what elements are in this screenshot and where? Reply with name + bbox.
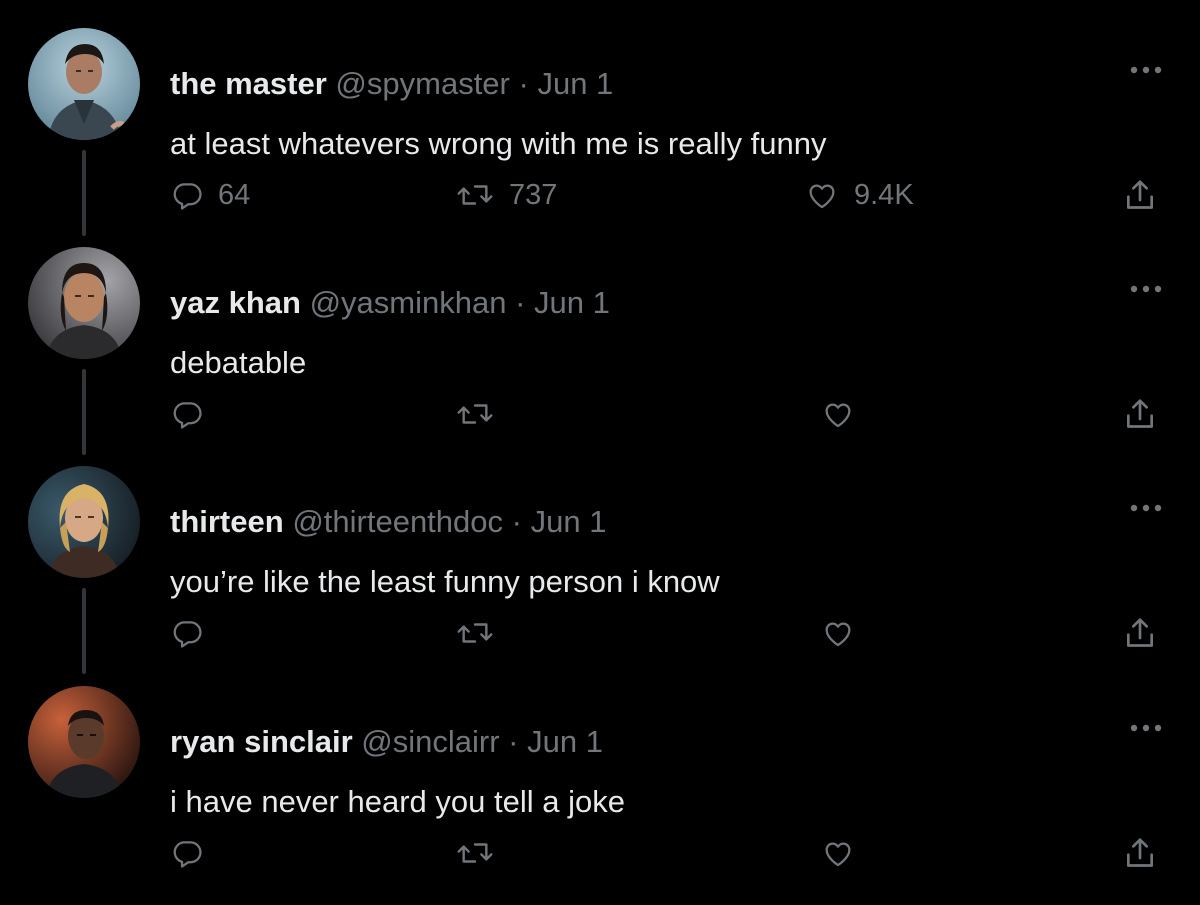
avatar[interactable]: [28, 466, 140, 578]
share-icon: [1120, 175, 1160, 215]
separator-dot: ·: [518, 66, 529, 101]
reply-icon: [170, 616, 204, 650]
retweet-icon: [455, 178, 495, 212]
avatar[interactable]: [28, 686, 140, 798]
reply-icon: [170, 397, 204, 431]
display-name[interactable]: yaz khan: [170, 285, 301, 320]
tweet-header: thirteen @thirteenthdoc · Jun 1: [170, 502, 606, 542]
more-icon[interactable]: [1126, 58, 1166, 82]
reply-button[interactable]: [170, 831, 218, 875]
like-count: 9.4K: [854, 179, 914, 211]
share-icon: [1120, 394, 1160, 434]
like-button[interactable]: [820, 392, 870, 436]
tweet[interactable]: yaz khan @yasminkhan · Jun 1 debatable: [0, 247, 1200, 466]
tweet-actions: 64 737 9.4K: [0, 173, 1200, 217]
display-name[interactable]: the master: [170, 66, 327, 101]
heart-icon: [820, 836, 856, 870]
reply-button[interactable]: [170, 392, 218, 436]
retweet-icon: [455, 397, 495, 431]
share-icon: [1120, 833, 1160, 873]
tweet-actions: [0, 611, 1200, 655]
heart-icon: [820, 616, 856, 650]
more-icon[interactable]: [1126, 277, 1166, 301]
more-icon[interactable]: [1126, 496, 1166, 520]
like-button[interactable]: [820, 611, 870, 655]
share-button[interactable]: [1120, 611, 1160, 655]
heart-icon: [820, 397, 856, 431]
user-handle[interactable]: @spymaster: [335, 66, 509, 101]
user-handle[interactable]: @thirteenthdoc: [292, 504, 503, 539]
display-name[interactable]: thirteen: [170, 504, 284, 539]
separator-dot: ·: [508, 724, 519, 759]
separator-dot: ·: [511, 504, 522, 539]
reply-count: 64: [218, 179, 251, 211]
share-button[interactable]: [1120, 392, 1160, 436]
reply-icon: [170, 178, 204, 212]
tweet[interactable]: ryan sinclair @sinclairr · Jun 1 i have …: [0, 686, 1200, 905]
tweet[interactable]: thirteen @thirteenthdoc · Jun 1 you’re l…: [0, 466, 1200, 685]
retweet-icon: [455, 616, 495, 650]
retweet-button[interactable]: 737: [455, 173, 557, 217]
tweet-header: ryan sinclair @sinclairr · Jun 1: [170, 722, 603, 762]
share-button[interactable]: [1120, 173, 1160, 217]
reply-icon: [170, 836, 204, 870]
more-icon[interactable]: [1126, 716, 1166, 740]
tweet-date[interactable]: Jun 1: [537, 66, 613, 101]
tweet-date[interactable]: Jun 1: [534, 285, 610, 320]
tweet-header: yaz khan @yasminkhan · Jun 1: [170, 283, 610, 323]
retweet-count: 737: [509, 179, 558, 211]
retweet-icon: [455, 836, 495, 870]
retweet-button[interactable]: [455, 392, 509, 436]
tweet-date[interactable]: Jun 1: [531, 504, 607, 539]
tweet-text: you’re like the least funny person i kno…: [170, 564, 720, 599]
share-icon: [1120, 613, 1160, 653]
tweet-text: i have never heard you tell a joke: [170, 784, 625, 819]
heart-icon: [804, 178, 840, 212]
display-name[interactable]: ryan sinclair: [170, 724, 353, 759]
tweet-text: debatable: [170, 345, 307, 380]
retweet-button[interactable]: [455, 831, 509, 875]
like-button[interactable]: [820, 831, 870, 875]
like-button[interactable]: 9.4K: [804, 173, 914, 217]
share-button[interactable]: [1120, 831, 1160, 875]
tweet-header: the master @spymaster · Jun 1: [170, 64, 613, 104]
separator-dot: ·: [515, 285, 526, 320]
user-handle[interactable]: @sinclairr: [361, 724, 499, 759]
tweet-text: at least whatevers wrong with me is real…: [170, 126, 827, 161]
avatar[interactable]: [28, 247, 140, 359]
reply-button[interactable]: [170, 611, 218, 655]
reply-button[interactable]: 64: [170, 173, 250, 217]
tweet-actions: [0, 392, 1200, 436]
retweet-button[interactable]: [455, 611, 509, 655]
tweet-date[interactable]: Jun 1: [527, 724, 603, 759]
tweet-actions: [0, 831, 1200, 875]
user-handle[interactable]: @yasminkhan: [310, 285, 507, 320]
tweet[interactable]: the master @spymaster · Jun 1 at least w…: [0, 28, 1200, 247]
avatar[interactable]: [28, 28, 140, 140]
